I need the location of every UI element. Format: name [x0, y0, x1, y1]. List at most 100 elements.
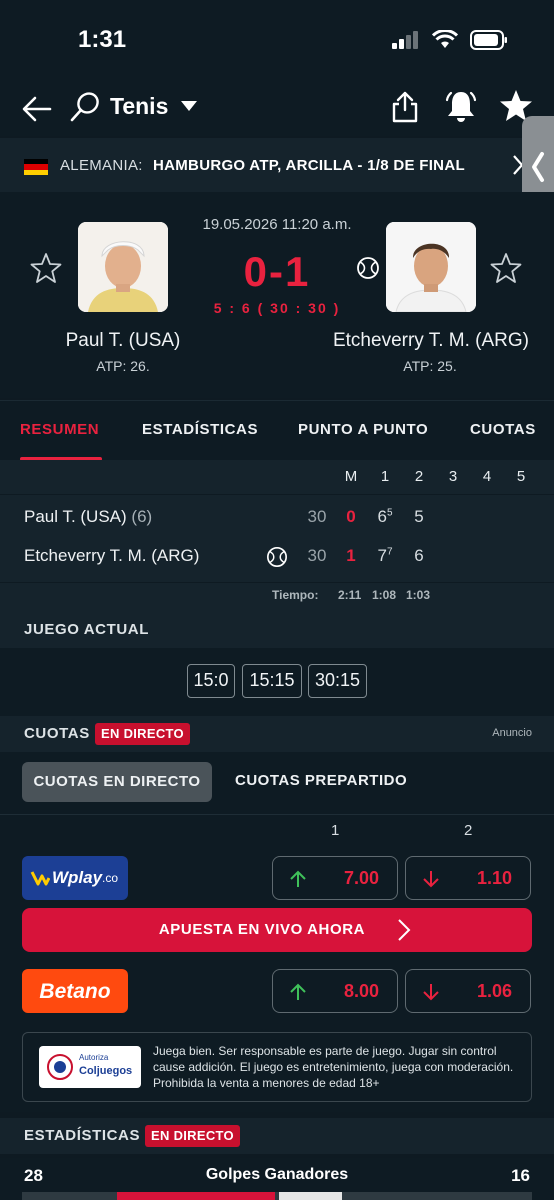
row-points: 30	[307, 546, 327, 565]
header-set-1: 1	[380, 468, 390, 485]
stat-bar-track	[22, 1192, 532, 1200]
time-set-1: 1:08	[372, 588, 397, 602]
bet-live-button[interactable]: APUESTA EN VIVO AHORA	[22, 908, 532, 952]
row-sets-won: 1	[346, 546, 356, 565]
header-set-5: 5	[516, 468, 526, 485]
bet-live-label: APUESTA EN VIVO AHORA	[158, 921, 366, 938]
serving-ball-icon	[357, 257, 379, 279]
odd-value: 1.06	[476, 981, 512, 1001]
tournament-name: HAMBURGO ATP, ARCILLA - 1/8 DE FINAL	[153, 157, 465, 174]
stat-bar-home	[117, 1192, 275, 1200]
serving-ball-icon	[267, 547, 287, 567]
responsible-gaming-notice: Autoriza Coljuegos Juega bien. Ser respo…	[22, 1032, 532, 1102]
tournament-bar[interactable]: ALEMANIA: HAMBURGO ATP, ARCILLA - 1/8 DE…	[0, 138, 554, 192]
tab-cuotas[interactable]: CUOTAS	[470, 421, 536, 438]
arrow-up-icon	[290, 870, 306, 887]
odd-button-home[interactable]: 8.00	[272, 969, 398, 1013]
arrow-down-icon	[423, 871, 439, 888]
status-icons	[392, 30, 508, 50]
set-1-games: 7	[377, 546, 387, 565]
battery-icon	[470, 30, 507, 50]
sport-selector[interactable]: Tenis	[110, 93, 168, 120]
row-set-2: 5	[414, 507, 424, 526]
set-1-tiebreak: 7	[386, 546, 393, 558]
match-tabs: RESUMEN ESTADÍSTICAS PUNTO A PUNTO CUOTA…	[0, 400, 554, 461]
row-points: 30	[307, 507, 327, 526]
ad-label: Anuncio	[492, 727, 532, 739]
odd-value: 7.00	[343, 868, 379, 888]
stat-bar-away	[279, 1192, 343, 1200]
coljuegos-logo-main: Coljuegos	[79, 1065, 133, 1077]
away-favorite-star-icon[interactable]	[490, 252, 522, 284]
stat-label: Golpes Ganadores	[205, 1166, 349, 1183]
header-set-2: 2	[414, 468, 424, 485]
set-1-games: 6	[377, 507, 387, 526]
away-player-rank: ATP: 25.	[403, 358, 457, 374]
germany-flag-icon	[24, 159, 48, 176]
header-set-4: 4	[482, 468, 492, 485]
away-player-name[interactable]: Etcheverry T. M. (ARG)	[316, 330, 546, 352]
tab-punto-a-punto[interactable]: PUNTO A PUNTO	[298, 421, 428, 438]
odds-divider	[0, 814, 554, 815]
set-1-tiebreak: 5	[386, 507, 393, 519]
wplay-logo[interactable]: Wplay .co	[22, 856, 128, 900]
arrow-down-icon	[423, 984, 439, 1001]
status-time: 1:31	[78, 26, 127, 53]
scoreboard-divider	[0, 494, 554, 495]
odd-button-home[interactable]: 7.00	[272, 856, 398, 900]
away-player-avatar[interactable]	[386, 222, 476, 312]
wplay-logo-suffix: .co	[102, 871, 119, 885]
odds-title: CUOTAS	[24, 725, 90, 742]
tournament-country: ALEMANIA:	[60, 157, 143, 174]
tab-live-odds[interactable]: CUOTAS EN DIRECTO	[22, 762, 212, 802]
row-set-2: 6	[414, 546, 424, 565]
odds-column-home: 1	[331, 822, 340, 839]
row-player-name: Paul T. (USA) (6)	[24, 507, 152, 527]
odd-button-away[interactable]: 1.06	[405, 969, 531, 1013]
arrow-up-icon	[290, 983, 306, 1000]
row-player-label: Paul T. (USA)	[24, 507, 127, 526]
odd-button-away[interactable]: 1.10	[405, 856, 531, 900]
coljuegos-logo-top: Autoriza	[79, 1053, 109, 1062]
wplay-logo-text: Wplay	[52, 868, 103, 887]
bell-icon[interactable]	[445, 88, 477, 124]
game-point-box: 15:0	[187, 664, 235, 698]
row-sets-won: 0	[346, 507, 356, 526]
disclaimer-text: Juega bien. Ser responsable es parte de …	[153, 1044, 514, 1090]
header-match: M	[344, 468, 358, 485]
tab-resumen[interactable]: RESUMEN	[20, 421, 99, 438]
odds-column-away: 2	[464, 822, 473, 839]
current-game-points: 15:0 15:15 30:15	[0, 648, 554, 716]
time-total: 2:11	[338, 588, 362, 602]
share-icon[interactable]	[390, 90, 420, 124]
scoreboard: M 1 2 3 4 5 Paul T. (USA) (6) 30 0 65 5 …	[0, 460, 554, 612]
time-set-2: 1:03	[406, 588, 431, 602]
home-player-rank: ATP: 26.	[96, 358, 150, 374]
game-point-box: 30:15	[308, 664, 367, 698]
coljuegos-seal-icon	[47, 1054, 73, 1080]
wplay-mark-icon	[30, 871, 50, 886]
odds-section: CUOTAS EN DIRECTO CUOTAS PREPARTIDO 1 2 …	[0, 752, 554, 1112]
header-set-3: 3	[448, 468, 458, 485]
betano-logo[interactable]: Betano	[22, 969, 128, 1013]
stats-title: ESTADÍSTICAS	[24, 1127, 141, 1144]
chevron-right-icon	[398, 919, 411, 941]
tennis-racket-icon[interactable]	[68, 90, 102, 124]
row-player-name: Etcheverry T. M. (ARG)	[24, 546, 200, 565]
time-label: Tiempo:	[272, 588, 319, 602]
stat-away-value: 16	[511, 1166, 530, 1185]
stat-row: 28 Golpes Ganadores 16	[0, 1158, 554, 1200]
match-header: 19.05.2026 11:20 a.m. 0-1 5 : 6 ( 30 : 3…	[0, 192, 554, 398]
home-player-name[interactable]: Paul T. (USA)	[30, 330, 216, 352]
back-arrow-icon[interactable]	[20, 92, 54, 126]
status-bar: 1:31	[0, 0, 554, 80]
game-point-box: 15:15	[242, 664, 302, 698]
stats-header: ESTADÍSTICAS EN DIRECTO	[0, 1118, 554, 1154]
live-badge: EN DIRECTO	[145, 1125, 240, 1147]
tab-estadisticas[interactable]: ESTADÍSTICAS	[142, 421, 258, 438]
odd-value: 8.00	[343, 981, 379, 1001]
odd-value: 1.10	[476, 868, 512, 888]
betano-logo-text: Betano	[39, 980, 111, 1003]
chevron-down-icon[interactable]	[180, 100, 198, 112]
tab-prematch-odds[interactable]: CUOTAS PREPARTIDO	[235, 772, 407, 789]
